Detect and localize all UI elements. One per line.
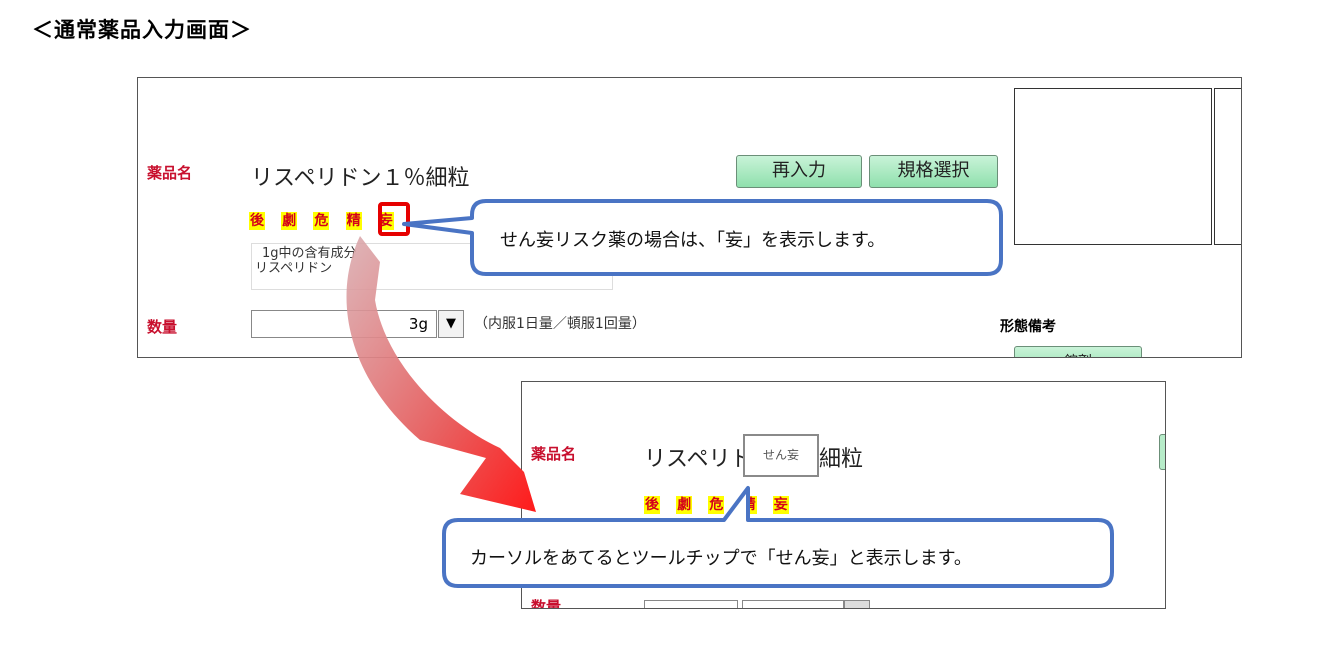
callout-bottom-text: カーソルをあてるとツールチップで「せん妄」と表示します。 — [470, 548, 972, 569]
callout-bottom-shape — [442, 486, 1114, 588]
callout-bottom-bubble — [442, 486, 1114, 588]
callout-top-text: せん妄リスク薬の場合は、「妄」を表示します。 — [500, 230, 886, 251]
